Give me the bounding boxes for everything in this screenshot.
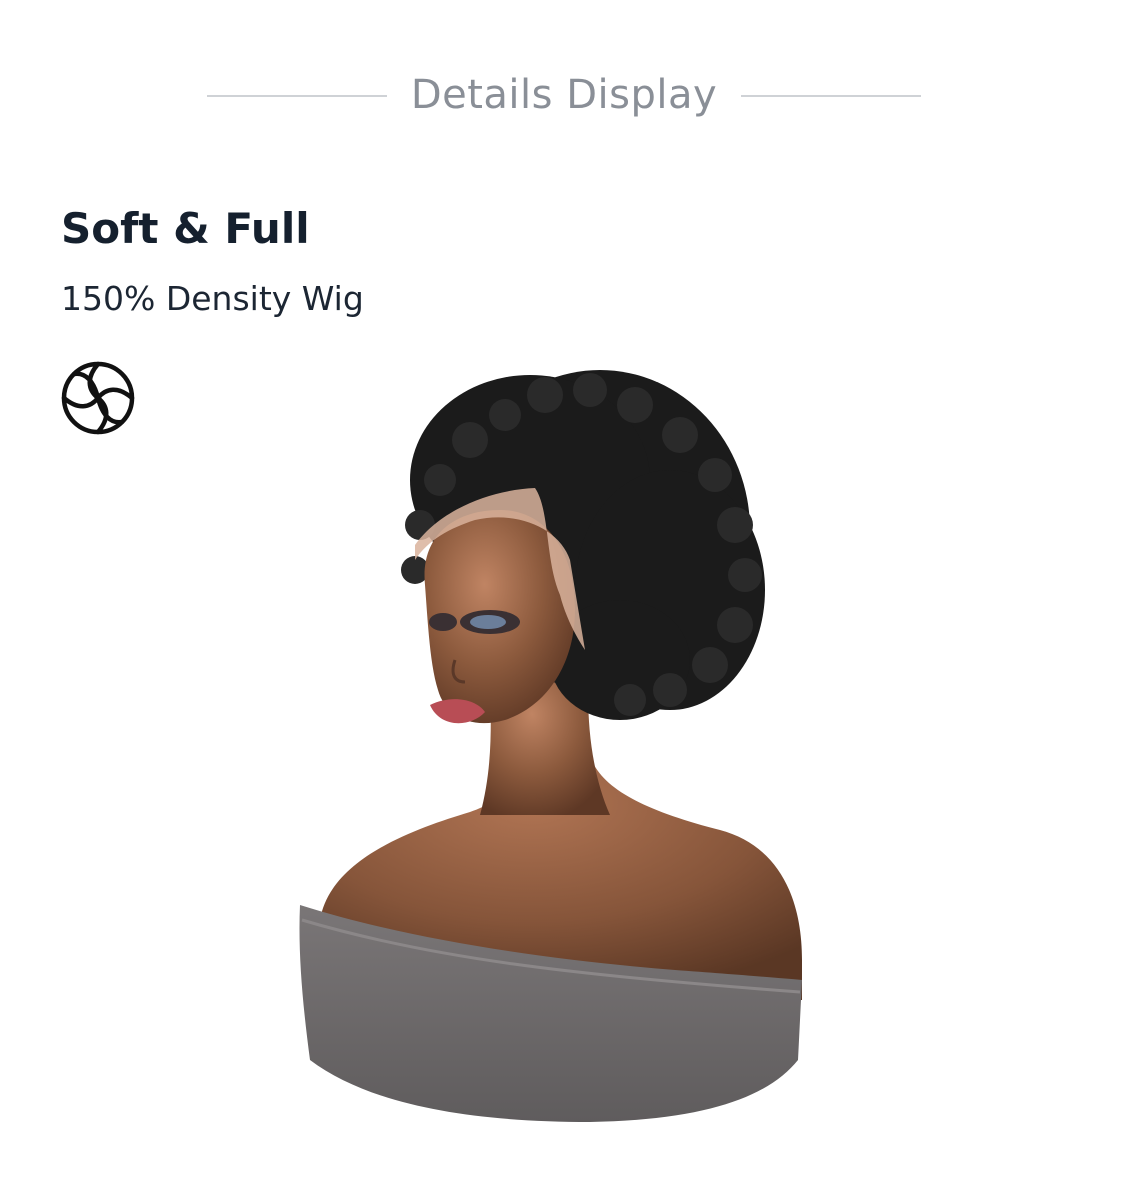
wig-on-mannequin-image — [299, 370, 802, 1122]
header-divider-left — [207, 95, 387, 97]
section-title: Details Display — [410, 72, 718, 118]
aperture-icon — [61, 361, 135, 435]
header-divider-right — [741, 95, 921, 97]
feature-title: Soft & Full — [61, 204, 310, 253]
section-header: Details Display — [0, 62, 1125, 128]
feature-subtitle: 150% Density Wig — [61, 279, 364, 318]
